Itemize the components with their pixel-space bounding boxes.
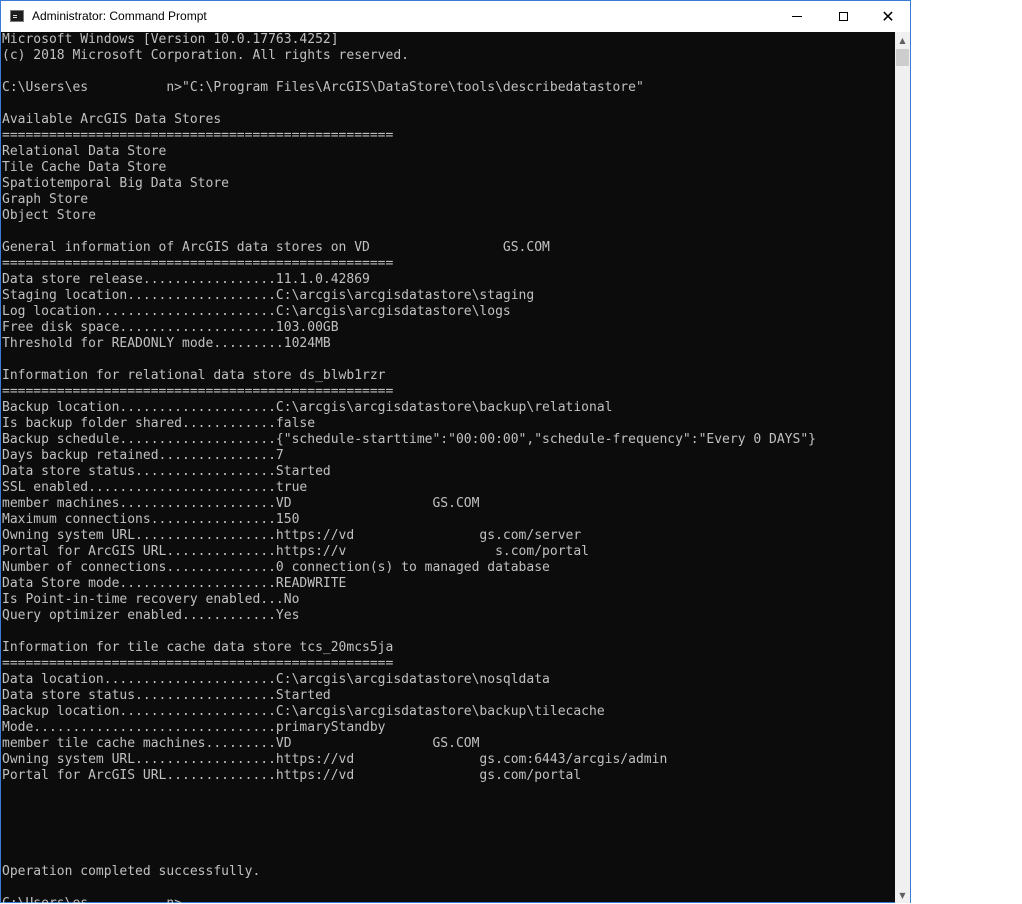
minimize-button[interactable] xyxy=(774,1,820,32)
console-line: Maximum connections................150 xyxy=(2,512,300,527)
console-line: C:\Users\es n> xyxy=(1,896,895,903)
console-line: Owning system URL..................https… xyxy=(2,528,582,543)
console-line: Portal for ArcGIS URL..............https… xyxy=(2,768,582,783)
window-title: Administrator: Command Prompt xyxy=(32,9,207,23)
console-line: Data location......................C:\ar… xyxy=(2,672,550,687)
console-line: Number of connections..............0 con… xyxy=(2,560,550,575)
console-line: Backup schedule....................{"sch… xyxy=(2,432,816,447)
console-line: C:\Users\es n>"C:\Program Files\ArcGIS\D… xyxy=(2,80,644,95)
close-icon: ✕ xyxy=(881,6,895,26)
command-prompt-window: Administrator: Command Prompt ✕ Microsof… xyxy=(0,0,911,903)
console-line: Relational Data Store xyxy=(2,144,167,159)
console-line: ========================================… xyxy=(2,128,394,143)
console-line: Information for tile cache data store tc… xyxy=(2,640,394,655)
console-line: Portal for ArcGIS URL..............https… xyxy=(2,544,589,559)
console-line: Data store status..................Start… xyxy=(2,688,331,703)
scroll-down-button[interactable]: ▼ xyxy=(895,887,910,903)
console-line: Graph Store xyxy=(2,192,89,207)
console-line: member machines....................VD GS… xyxy=(2,496,480,511)
console-line: ========================================… xyxy=(2,256,394,271)
console-line: Staging location...................C:\ar… xyxy=(2,288,535,303)
scroll-up-button[interactable]: ▲ xyxy=(895,32,910,48)
vertical-scrollbar[interactable]: ▲ ▼ xyxy=(895,32,910,903)
maximize-icon xyxy=(838,12,848,21)
console-line: Mode...............................prima… xyxy=(2,720,386,735)
maximize-button[interactable] xyxy=(820,1,866,32)
console-line: (c) 2018 Microsoft Corporation. All righ… xyxy=(2,48,409,63)
console-line: Owning system URL..................https… xyxy=(2,752,668,767)
console-line: member tile cache machines.........VD GS… xyxy=(2,736,480,751)
scroll-thumb[interactable] xyxy=(896,49,909,66)
console-line: Microsoft Windows [Version 10.0.17763.42… xyxy=(2,32,339,47)
console-line: Data Store mode....................READW… xyxy=(2,576,347,591)
console-line: Days backup retained...............7 xyxy=(2,448,284,463)
title-bar[interactable]: Administrator: Command Prompt ✕ xyxy=(1,1,910,32)
console-line: Operation completed successfully. xyxy=(2,864,261,879)
console-line: Information for relational data store ds… xyxy=(2,368,386,383)
console-line: Object Store xyxy=(2,208,96,223)
console-line: Threshold for READONLY mode.........1024… xyxy=(2,336,331,351)
console-line: Tile Cache Data Store xyxy=(2,160,167,175)
console-line: Backup location....................C:\ar… xyxy=(2,704,605,719)
console-line: Log location.......................C:\ar… xyxy=(2,304,511,319)
console-line: Data store release.................11.1.… xyxy=(2,272,370,287)
close-button[interactable]: ✕ xyxy=(865,1,911,32)
console-line: SSL enabled........................true xyxy=(2,480,308,495)
console-line: Data store status..................Start… xyxy=(2,464,331,479)
console-line: ========================================… xyxy=(2,384,394,399)
console-line: ========================================… xyxy=(2,656,394,671)
console-output[interactable]: Microsoft Windows [Version 10.0.17763.42… xyxy=(1,32,895,903)
console-line: General information of ArcGIS data store… xyxy=(2,240,550,255)
arrow-down-icon: ▼ xyxy=(899,890,906,900)
console-line: Backup location....................C:\ar… xyxy=(2,400,613,415)
console-line: Free disk space....................103.0… xyxy=(2,320,339,335)
minimize-icon xyxy=(792,16,802,17)
console-line: Spatiotemporal Big Data Store xyxy=(2,176,229,191)
console-line: Is Point-in-time recovery enabled...No xyxy=(2,592,300,607)
cmd-icon xyxy=(10,10,24,22)
console-line: Available ArcGIS Data Stores xyxy=(2,112,222,127)
console-line: Is backup folder shared............false xyxy=(2,416,316,431)
arrow-up-icon: ▲ xyxy=(899,35,906,45)
console-line: Query optimizer enabled............Yes xyxy=(2,608,300,623)
